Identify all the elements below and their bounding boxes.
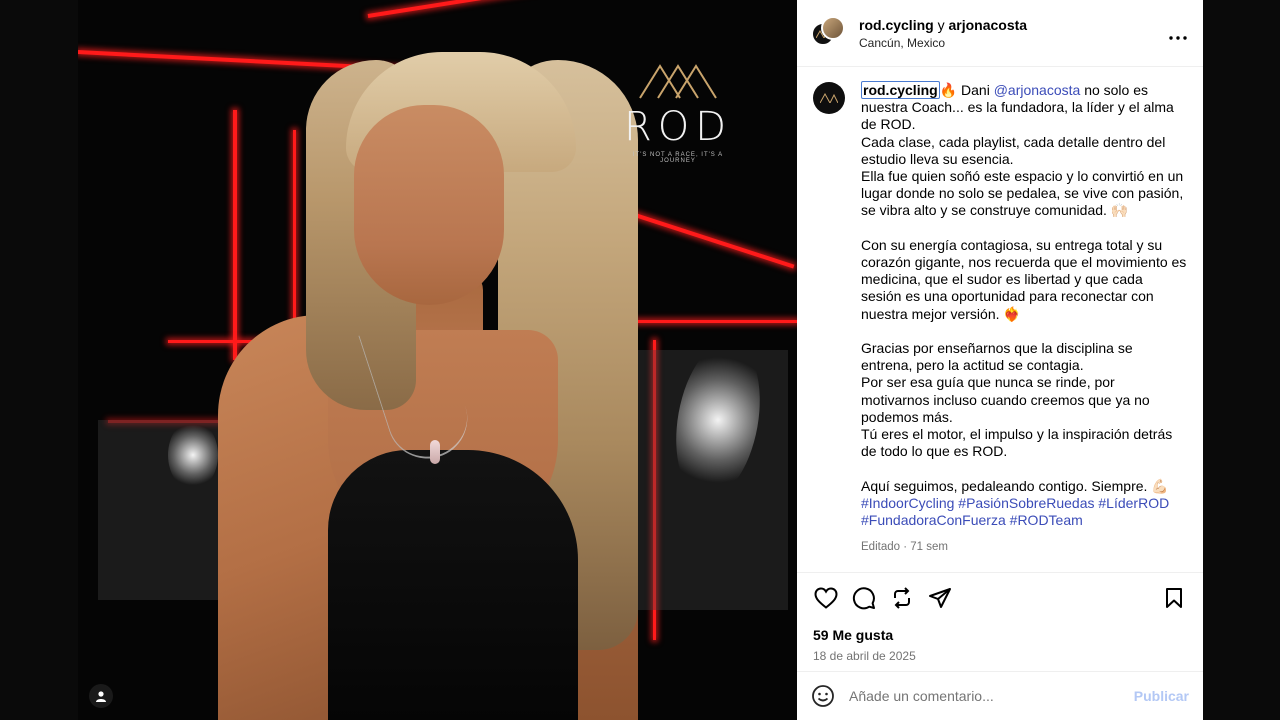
caption-paragraph: rod.cycling 🔥 Dani @arjonacosta no solo e…: [861, 81, 1187, 134]
post-header-text: rod.cycling y arjonacosta Cancún, Mexico: [859, 17, 1027, 50]
person-top: [328, 450, 578, 720]
rod-logo: ROD IT'S NOT A RACE, IT'S A JOURNEY: [618, 62, 738, 164]
collaborator-link[interactable]: arjonacosta: [948, 17, 1027, 33]
hashtag-link[interactable]: #LíderROD: [1098, 495, 1169, 511]
rod-avatar-logo-icon: [820, 93, 838, 103]
bookmark-icon: [1166, 588, 1182, 608]
user-icon: [96, 691, 106, 702]
more-options-button[interactable]: [1169, 24, 1187, 45]
caption-line: Ella fue quien soñó este espacio y lo co…: [861, 168, 1184, 219]
more-horizontal-icon: [1169, 36, 1187, 40]
send-icon: [929, 588, 951, 608]
comment-input[interactable]: [849, 688, 1134, 704]
post-date[interactable]: 18 de abril de 2025: [813, 649, 1187, 663]
location-link[interactable]: Cancún, Mexico: [859, 36, 1027, 50]
caption-area: rod.cycling 🔥 Dani @arjonacosta no solo e…: [797, 68, 1203, 572]
caption-line: Aquí seguimos, pedaleando contigo. Siemp…: [861, 477, 1169, 494]
comment-icon: [852, 587, 875, 610]
person-face: [354, 105, 504, 305]
tagged-users-button[interactable]: [89, 684, 113, 708]
emoji-icon: [812, 685, 834, 707]
caption-paragraph: Con su energía contagiosa, su entrega to…: [861, 236, 1187, 322]
caption-text-segment: Dani: [961, 82, 990, 98]
action-icons: [813, 585, 1187, 611]
caption-text: rod.cycling 🔥 Dani @arjonacosta no solo e…: [861, 81, 1187, 572]
authors-conjunction: y: [937, 16, 945, 33]
post-header: rod.cycling y arjonacosta Cancún, Mexico: [797, 0, 1203, 67]
author-link[interactable]: rod.cycling: [859, 17, 934, 33]
fire-emoji: 🔥: [939, 82, 958, 98]
mention-link[interactable]: @arjonacosta: [994, 82, 1081, 98]
rod-logo-word: ROD: [623, 104, 733, 150]
hashtag-link[interactable]: #FundadoraConFuerza: [861, 512, 1006, 528]
likes-count[interactable]: 59 Me gusta: [813, 627, 1187, 643]
repost-icon: [894, 587, 910, 609]
post-image[interactable]: ROD IT'S NOT A RACE, IT'S A JOURNEY: [78, 0, 797, 720]
caption-line: Cada clase, cada playlist, cada detalle …: [861, 133, 1166, 167]
comment-bar: Publicar: [797, 671, 1203, 720]
hashtags: #IndoorCycling #PasiónSobreRuedas #Líder…: [861, 495, 1187, 529]
hashtag-link[interactable]: #RODTeam: [1010, 512, 1083, 528]
collab-avatars[interactable]: [811, 16, 845, 50]
emoji-picker-button[interactable]: [811, 684, 835, 708]
avatar[interactable]: [821, 16, 845, 40]
hashtag-link[interactable]: #PasiónSobreRuedas: [958, 495, 1094, 511]
share-button[interactable]: [927, 585, 953, 611]
post-authors: rod.cycling y arjonacosta: [859, 17, 1027, 33]
necklace-pendant: [430, 440, 440, 464]
caption-line: Gracias por enseñarnos que la disciplina…: [861, 340, 1133, 374]
post-panel: rod.cycling y arjonacosta Cancún, Mexico…: [797, 0, 1203, 720]
comment-button[interactable]: [851, 585, 877, 611]
post-actions: 59 Me gusta 18 de abril de 2025: [797, 572, 1203, 663]
like-button[interactable]: [813, 585, 839, 611]
caption-line: Tú eres el motor, el impulso y la inspir…: [861, 426, 1173, 460]
rod-mountains-logo-icon: [639, 64, 717, 99]
hashtag-link[interactable]: #IndoorCycling: [861, 495, 954, 511]
publish-button[interactable]: Publicar: [1134, 688, 1189, 704]
caption-username[interactable]: rod.cycling: [861, 81, 940, 99]
save-button[interactable]: [1161, 585, 1187, 611]
caption-line: Por ser esa guía que nunca se rinde, por…: [861, 374, 1150, 425]
caption-meta: Editado · 71 sem: [861, 541, 948, 554]
repost-button[interactable]: [889, 585, 915, 611]
caption-avatar[interactable]: [813, 82, 845, 114]
rod-tagline: IT'S NOT A RACE, IT'S A JOURNEY: [632, 152, 724, 164]
heart-icon: [814, 587, 838, 609]
